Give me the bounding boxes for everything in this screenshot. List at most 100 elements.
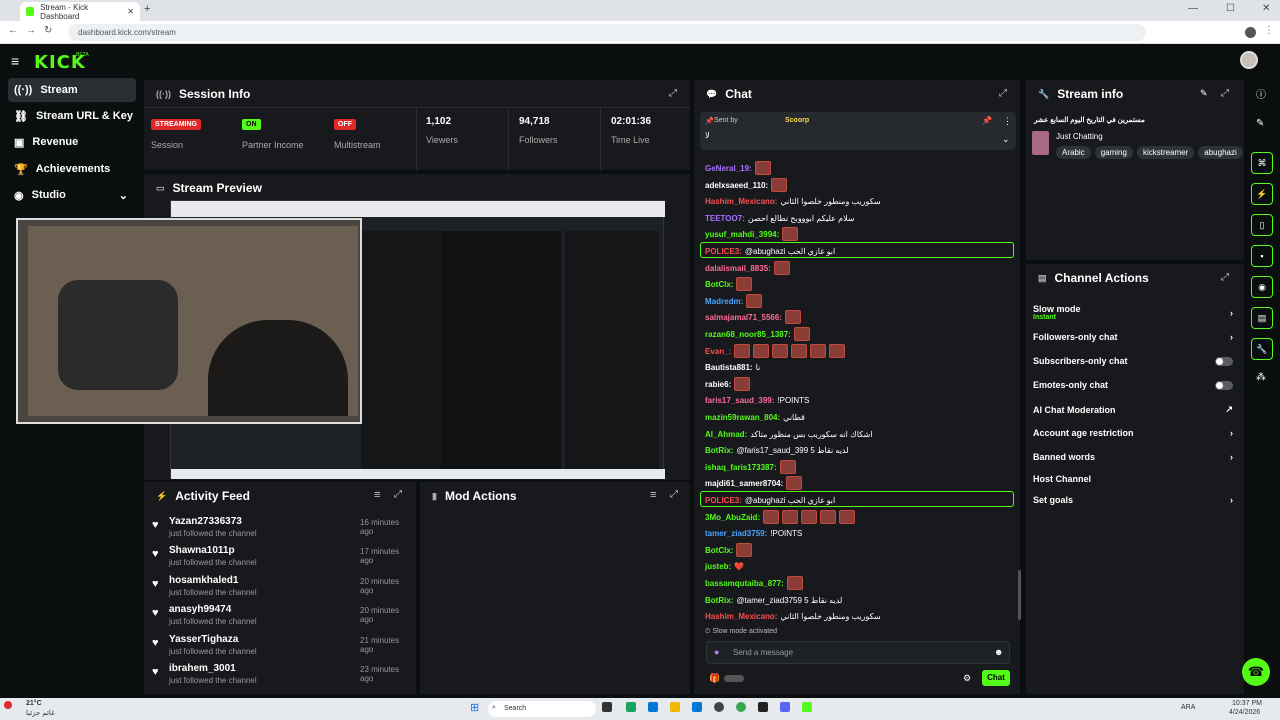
kick-app-icon[interactable]	[802, 702, 812, 712]
chat-username[interactable]: yusuf_mahdi_3994:	[705, 230, 779, 239]
taskbar-app-icon[interactable]	[626, 702, 636, 712]
sidebar-item-revenue[interactable]: ▣ Revenue	[8, 130, 136, 154]
rail-lightning-icon[interactable]: ⚡	[1251, 183, 1273, 205]
sidebar-item-stream[interactable]: ((·)) Stream	[8, 78, 136, 102]
expand-icon[interactable]: ⤢	[1221, 272, 1229, 283]
store-icon[interactable]	[692, 702, 702, 712]
browser-tab[interactable]: Stream - Kick Dashboard ✕	[20, 2, 140, 21]
set-goals-row[interactable]: Set goals ›	[1033, 495, 1233, 505]
settings-icon[interactable]: ⚙	[963, 673, 971, 684]
tag[interactable]: abughazi	[1198, 146, 1243, 159]
pinned-message[interactable]: 📌 Sent by Scoorp لا 📌 ⋮ ⌄	[700, 112, 1016, 150]
follower-name[interactable]: anasyh99474	[169, 604, 231, 615]
chat-username[interactable]: 3Mo_AbuZaid:	[705, 513, 760, 522]
add-widget-icon[interactable]: ⁂	[1256, 372, 1266, 383]
clock-time[interactable]: 10:37 PM	[1232, 700, 1262, 707]
emotes-only-toggle[interactable]	[1215, 380, 1233, 390]
url-input[interactable]: dashboard.kick.com/stream	[68, 24, 1146, 41]
follower-name[interactable]: hosamkhaled1	[169, 575, 238, 586]
windows-start-icon[interactable]: ⊞	[470, 701, 479, 714]
chat-username[interactable]: bassamqutaiba_877:	[705, 579, 784, 588]
rail-tool-icon[interactable]: ⌘	[1251, 152, 1273, 174]
chat-username[interactable]: Bautista881:	[705, 363, 753, 372]
follower-name[interactable]: ibrahem_3001	[169, 663, 236, 674]
chat-username[interactable]: ishaq_faris173387:	[705, 463, 777, 472]
close-tab-icon[interactable]: ✕	[127, 7, 134, 16]
emoji-icon[interactable]: ☻	[994, 647, 1003, 657]
maximize-icon[interactable]: ☐	[1226, 3, 1235, 14]
weather-temp[interactable]: 21°C	[26, 700, 42, 707]
reload-icon[interactable]: ↻	[44, 25, 52, 36]
ai-moderation-row[interactable]: AI Chat Moderation ↗	[1033, 404, 1233, 415]
tag[interactable]: kickstreamer	[1136, 146, 1195, 159]
chat-username[interactable]: rabie6:	[705, 380, 731, 389]
expand-icon[interactable]: ⤢	[999, 88, 1007, 99]
chat-username[interactable]: BotClx:	[705, 280, 733, 289]
subscribers-only-toggle[interactable]	[1215, 356, 1233, 366]
new-tab-icon[interactable]: +	[144, 3, 150, 15]
hamburger-menu-icon[interactable]: ≡	[11, 53, 19, 69]
chat-username[interactable]: tamer_ziad3759:	[705, 529, 767, 538]
chat-username[interactable]: salmajamal71_5566:	[705, 313, 782, 322]
filter-icon[interactable]: ≡	[650, 489, 656, 501]
chat-username[interactable]: POLICE3:	[705, 496, 742, 505]
chat-username[interactable]: adelxsaeed_110:	[705, 181, 768, 190]
taskbar-app-icon[interactable]	[714, 702, 724, 712]
rail-broadcast-icon[interactable]: ◉	[1251, 276, 1273, 298]
follower-name[interactable]: YasserTighaza	[169, 634, 238, 645]
rail-wrench-icon[interactable]: 🔧	[1251, 338, 1273, 360]
rail-list-icon[interactable]: ▤	[1251, 307, 1273, 329]
send-chat-button[interactable]: Chat	[982, 670, 1010, 686]
account-age-row[interactable]: Account age restriction ›	[1033, 428, 1233, 438]
info-icon[interactable]: ⓘ	[1256, 86, 1266, 101]
user-avatar[interactable]	[1240, 51, 1258, 69]
chat-username[interactable]: majdi61_samer8704:	[705, 479, 783, 488]
chat-username[interactable]: mazin59rawan_804:	[705, 413, 780, 422]
edge-icon[interactable]	[648, 702, 658, 712]
chat-username[interactable]: Al_Ahmad:	[705, 430, 747, 439]
chat-username[interactable]: GeNeral_19:	[705, 164, 752, 173]
chat-username[interactable]: BotClx:	[705, 546, 733, 555]
banned-words-row[interactable]: Banned words ›	[1033, 452, 1233, 462]
chat-input[interactable]: ● Send a message ☻	[706, 641, 1010, 664]
back-icon[interactable]: ←	[8, 25, 18, 36]
rail-note-icon[interactable]: ▯	[1251, 214, 1273, 236]
chevron-down-icon[interactable]: ⌄	[1002, 134, 1010, 145]
mic-icon[interactable]: ●	[714, 647, 719, 657]
chat-username[interactable]: TEETOO7:	[705, 214, 745, 223]
chat-username[interactable]: POLICE3:	[705, 247, 742, 256]
edit-icon[interactable]: ✎	[1256, 118, 1264, 129]
sidebar-item-studio[interactable]: ◉ Studio ⌄	[8, 183, 136, 207]
chat-username[interactable]: Hashim_Mexicano:	[705, 197, 777, 206]
expand-icon[interactable]: ⤢	[394, 489, 402, 500]
tag[interactable]: gaming	[1094, 146, 1133, 159]
chat-username[interactable]: Evan_:	[705, 347, 731, 356]
more-icon[interactable]: ⋮	[1003, 116, 1012, 127]
follower-name[interactable]: Shawna1011p	[169, 545, 235, 556]
chat-scrollbar[interactable]	[1018, 570, 1021, 620]
chat-username[interactable]: justeb:	[705, 562, 731, 571]
expand-icon[interactable]: ⤢	[1221, 88, 1229, 99]
language-indicator[interactable]: ARA	[1181, 704, 1195, 711]
expand-icon[interactable]: ⤢	[669, 88, 677, 99]
chat-username[interactable]: BotRix:	[705, 596, 733, 605]
follower-name[interactable]: Yazan27336373	[169, 516, 242, 527]
profile-avatar[interactable]	[1245, 27, 1256, 38]
chat-username[interactable]: razan68_noor85_1387:	[705, 330, 791, 339]
close-window-icon[interactable]: ✕	[1262, 3, 1270, 14]
category-name[interactable]: Just Chatting	[1056, 132, 1103, 141]
task-view-icon[interactable]	[602, 702, 612, 712]
edit-icon[interactable]: ✎	[1200, 88, 1208, 99]
obs-icon[interactable]	[758, 702, 768, 712]
chrome-icon[interactable]	[736, 702, 746, 712]
chat-username[interactable]: Hashim_Mexicano:	[705, 612, 777, 621]
gift-icon[interactable]: 🎁	[709, 673, 720, 684]
taskbar-search[interactable]: Search	[488, 701, 596, 717]
support-chat-button[interactable]: ☎	[1242, 658, 1270, 686]
expand-icon[interactable]: ⤢	[670, 489, 678, 500]
rail-chat-icon[interactable]: ▪	[1251, 245, 1273, 267]
chat-username[interactable]: faris17_saud_399:	[705, 396, 774, 405]
chat-username[interactable]: BotRix:	[705, 446, 733, 455]
chat-username[interactable]: dalalismail_8835:	[705, 264, 771, 273]
discord-icon[interactable]	[780, 702, 790, 712]
